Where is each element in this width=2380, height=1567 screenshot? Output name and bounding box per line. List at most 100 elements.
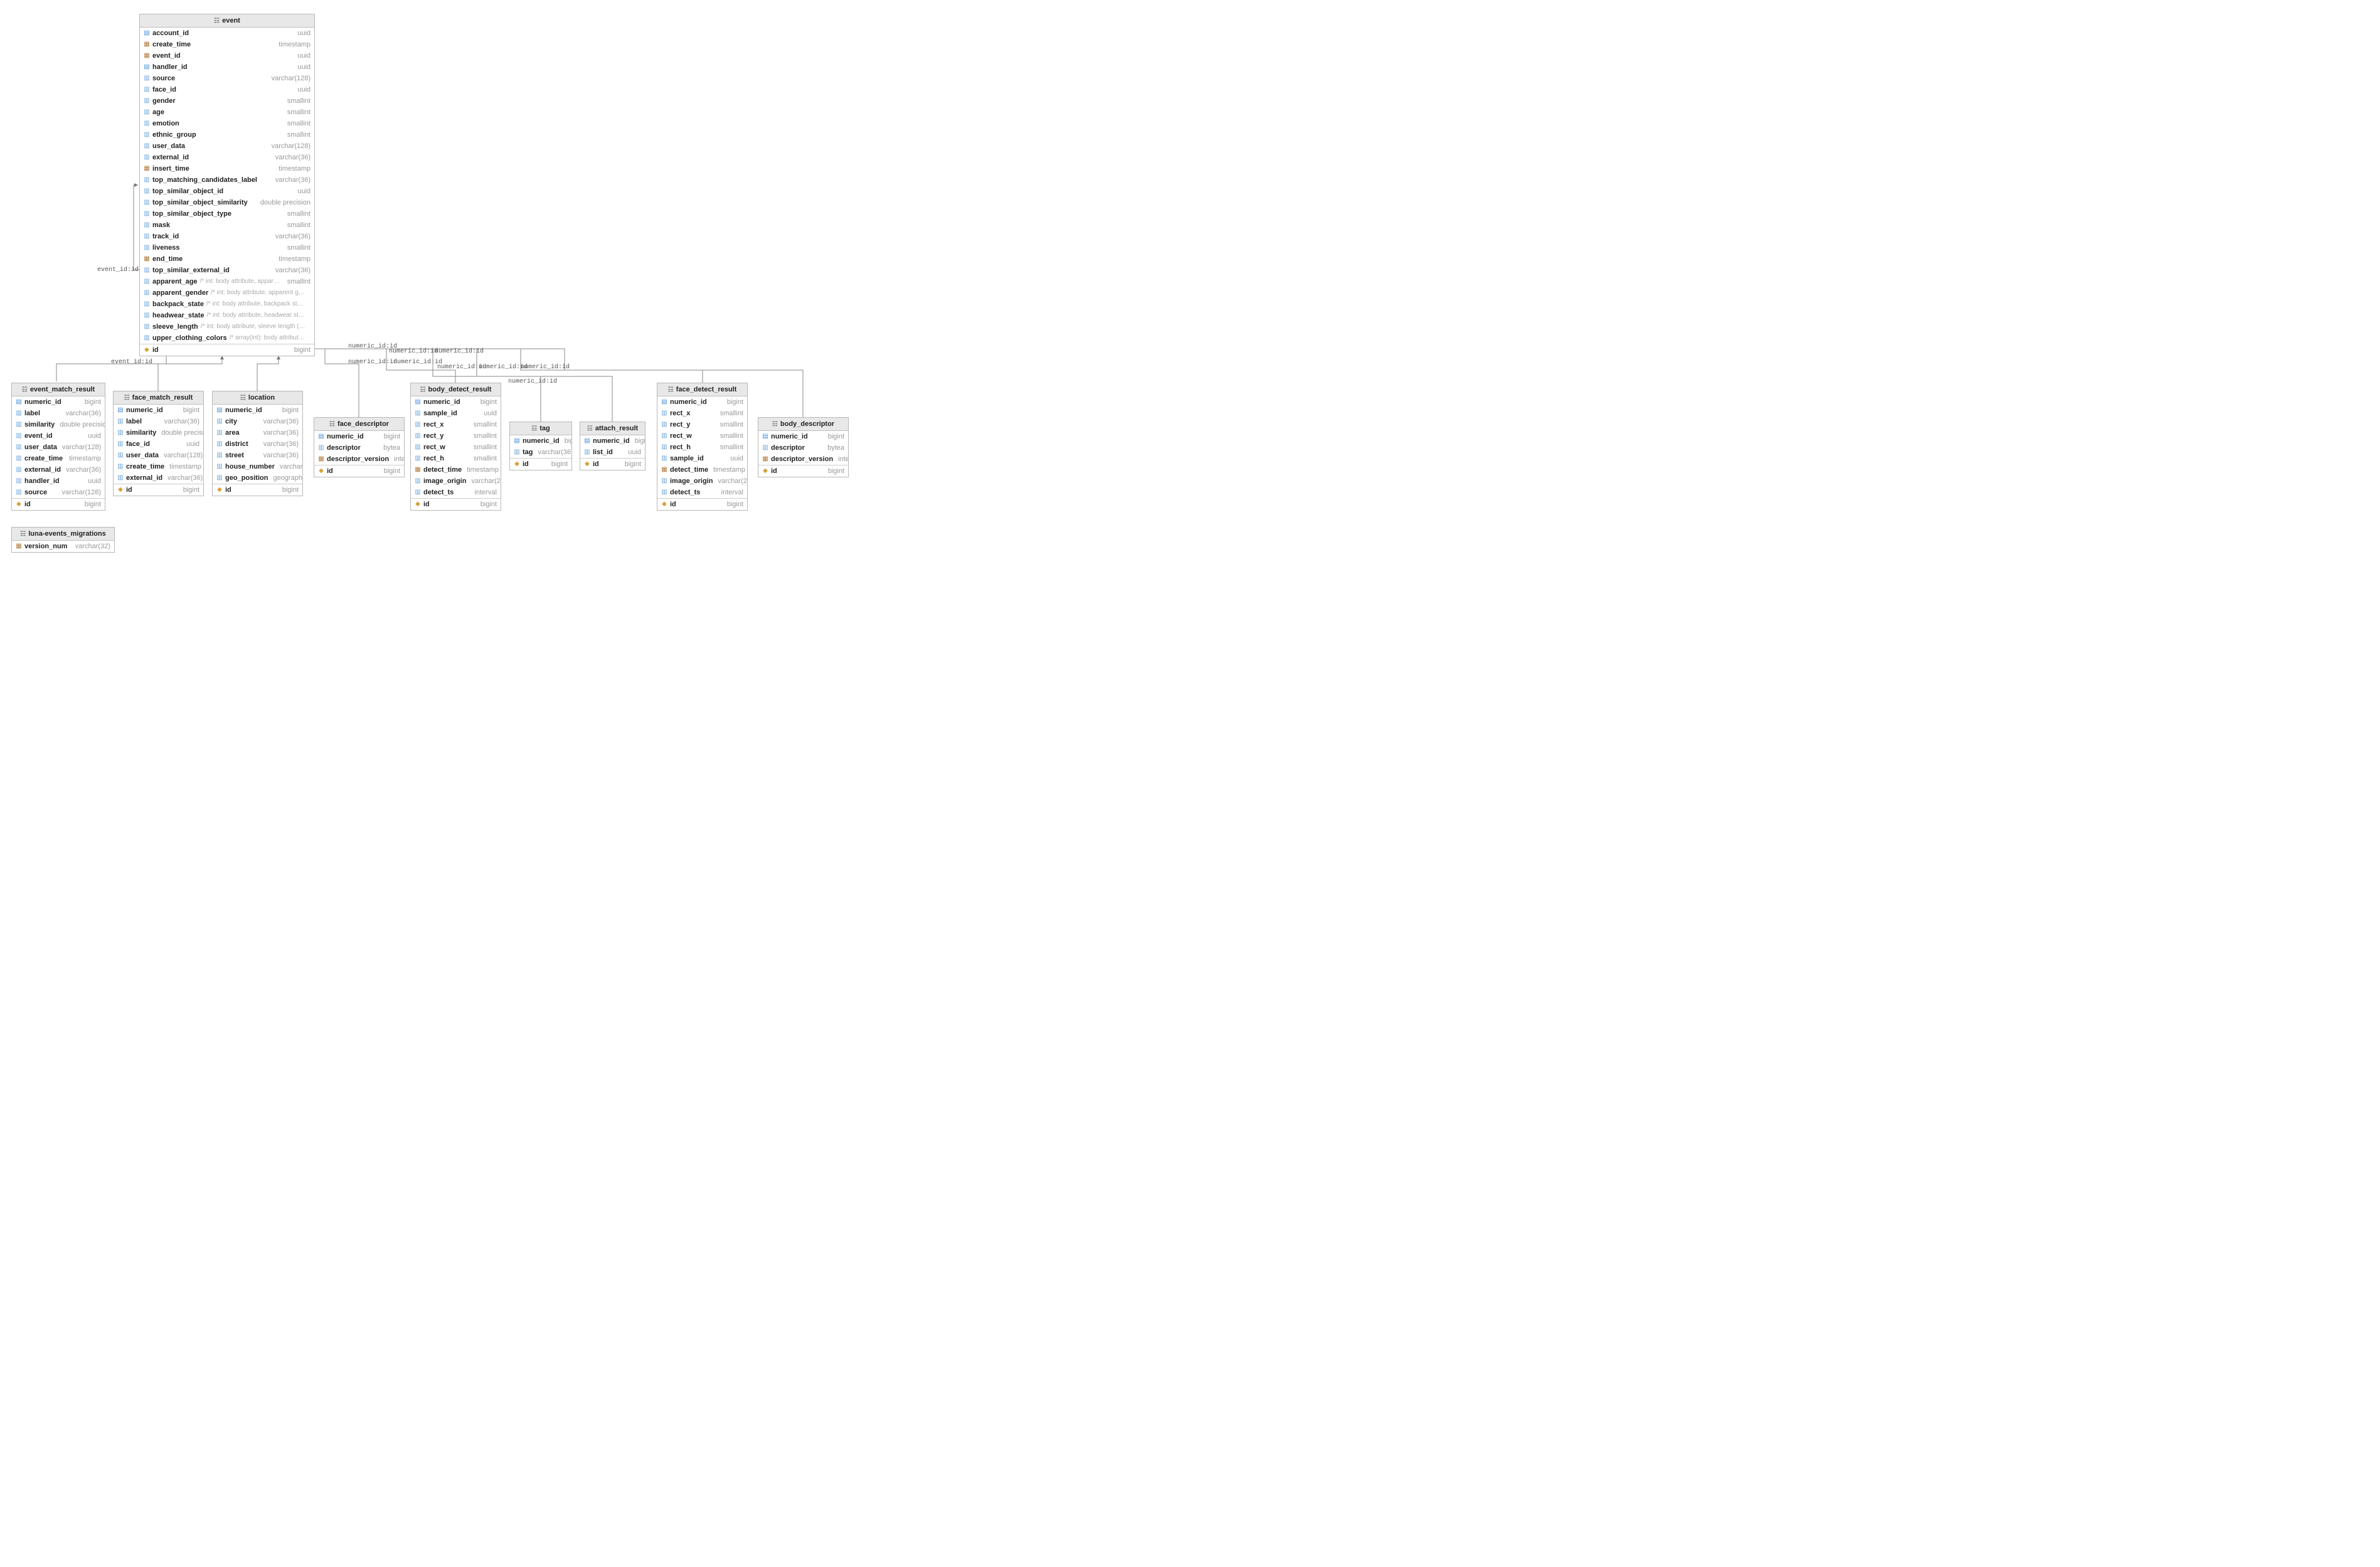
column-row[interactable]: ▤handler_iduuid	[140, 61, 314, 73]
column-row[interactable]: ▥emotionsmallint	[140, 118, 314, 129]
column-row[interactable]: ▥labelvarchar(36)	[114, 416, 203, 427]
table-tag[interactable]: ☷tag▤numeric_idbigint▥tagvarchar(36)◆idb…	[509, 422, 572, 470]
table-header[interactable]: ☷body_descriptor	[758, 418, 848, 431]
column-row[interactable]: ▥agesmallint	[140, 107, 314, 118]
column-row[interactable]: ◆idbigint	[580, 458, 645, 470]
column-row[interactable]: ◆idbigint	[758, 465, 848, 477]
column-row[interactable]: ▥top_similar_external_idvarchar(36)	[140, 265, 314, 276]
column-row[interactable]: ▤numeric_idbigint	[114, 405, 203, 416]
column-row[interactable]: ▥sourcevarchar(128)	[140, 73, 314, 84]
column-row[interactable]: ◆idbigint	[12, 498, 105, 510]
column-row[interactable]: ▥apparent_gender/* int: body attribute, …	[140, 287, 314, 299]
column-row[interactable]: ▥upper_clothing_colors/* array(int): bod…	[140, 332, 314, 344]
column-row[interactable]: ▥gendersmallint	[140, 95, 314, 107]
column-row[interactable]: ▥headwear_state/* int: body attribute, h…	[140, 310, 314, 321]
column-row[interactable]: ▦descriptor_versioninteger	[758, 454, 848, 465]
column-row[interactable]: ▥detect_tsinterval	[657, 487, 747, 498]
column-row[interactable]: ▥face_iduuid	[140, 84, 314, 95]
table-attach_result[interactable]: ☷attach_result▤numeric_idbigint▥list_idu…	[580, 422, 645, 470]
column-row[interactable]: ▥backpack_state/* int: body attribute, b…	[140, 299, 314, 310]
column-row[interactable]: ▥image_originvarchar(256)	[411, 475, 501, 487]
table-header[interactable]: ☷body_detect_result	[411, 383, 501, 396]
table-body_detect_result[interactable]: ☷body_detect_result▤numeric_idbigint▥sam…	[410, 383, 501, 511]
table-header[interactable]: ☷tag	[510, 422, 571, 435]
column-row[interactable]: ◆idbigint	[657, 498, 747, 510]
table-header[interactable]: ☷location	[213, 391, 302, 405]
table-header[interactable]: ☷event	[140, 14, 314, 28]
table-face_match_result[interactable]: ☷face_match_result▤numeric_idbigint▥labe…	[113, 391, 204, 496]
column-row[interactable]: ▥ethnic_groupsmallint	[140, 129, 314, 141]
column-row[interactable]: ▤numeric_idbigint	[510, 435, 571, 447]
column-row[interactable]: ▥rect_xsmallint	[411, 419, 501, 430]
column-row[interactable]: ▥rect_xsmallint	[657, 408, 747, 419]
column-row[interactable]: ◆idbigint	[510, 458, 571, 470]
table-event_match_result[interactable]: ☷event_match_result▤numeric_idbigint▥lab…	[11, 383, 105, 511]
column-row[interactable]: ▦detect_timetimestamp	[657, 464, 747, 475]
column-row[interactable]: ▥rect_ysmallint	[411, 430, 501, 442]
column-row[interactable]: ▤account_iduuid	[140, 28, 314, 39]
column-row[interactable]: ▤numeric_idbigint	[213, 405, 302, 416]
column-row[interactable]: ▦event_iduuid	[140, 50, 314, 61]
column-row[interactable]: ▦end_timetimestamp	[140, 253, 314, 265]
column-row[interactable]: ▥external_idvarchar(36)	[114, 472, 203, 484]
column-row[interactable]: ▥rect_wsmallint	[411, 442, 501, 453]
column-row[interactable]: ▦descriptor_versioninteger	[314, 454, 404, 465]
column-row[interactable]: ▥create_timetimestamp	[12, 453, 105, 464]
table-header[interactable]: ☷face_detect_result	[657, 383, 747, 396]
column-row[interactable]: ▥cityvarchar(36)	[213, 416, 302, 427]
column-row[interactable]: ▤numeric_idbigint	[12, 396, 105, 408]
column-row[interactable]: ◆idbigint	[140, 344, 314, 356]
column-row[interactable]: ▥livenesssmallint	[140, 242, 314, 253]
column-row[interactable]: ▥image_originvarchar(256)	[657, 475, 747, 487]
table-body_descriptor[interactable]: ☷body_descriptor▤numeric_idbigint▥descri…	[758, 417, 849, 477]
column-row[interactable]: ▥similaritydouble precision	[114, 427, 203, 438]
column-row[interactable]: ▥descriptorbytea	[758, 442, 848, 454]
column-row[interactable]: ▥labelvarchar(36)	[12, 408, 105, 419]
column-row[interactable]: ▥sample_iduuid	[657, 453, 747, 464]
column-row[interactable]: ▥house_numbervarchar(36)	[213, 461, 302, 472]
column-row[interactable]: ▥rect_hsmallint	[411, 453, 501, 464]
column-row[interactable]: ▥sample_iduuid	[411, 408, 501, 419]
column-row[interactable]: ▥event_iduuid	[12, 430, 105, 442]
column-row[interactable]: ◆idbigint	[114, 484, 203, 496]
column-row[interactable]: ▥top_matching_candidates_labelvarchar(36…	[140, 174, 314, 186]
column-row[interactable]: ▥masksmallint	[140, 220, 314, 231]
table-luna_events_migrations[interactable]: ☷luna-events_migrations▦version_numvarch…	[11, 527, 115, 553]
column-row[interactable]: ▦detect_timetimestamp	[411, 464, 501, 475]
column-row[interactable]: ▥user_datavarchar(128)	[114, 450, 203, 461]
column-row[interactable]: ▥external_idvarchar(36)	[12, 464, 105, 475]
column-row[interactable]: ▥streetvarchar(36)	[213, 450, 302, 461]
column-row[interactable]: ▥rect_hsmallint	[657, 442, 747, 453]
column-row[interactable]: ▦create_timetimestamp	[140, 39, 314, 50]
column-row[interactable]: ◆idbigint	[411, 498, 501, 510]
table-header[interactable]: ☷face_match_result	[114, 391, 203, 405]
column-row[interactable]: ▥handler_iduuid	[12, 475, 105, 487]
column-row[interactable]: ▥sleeve_length/* int: body attribute, sl…	[140, 321, 314, 332]
column-row[interactable]: ▤numeric_idbigint	[411, 396, 501, 408]
column-row[interactable]: ▤numeric_idbigint	[314, 431, 404, 442]
column-row[interactable]: ▥track_idvarchar(36)	[140, 231, 314, 242]
column-row[interactable]: ▥tagvarchar(36)	[510, 447, 571, 458]
table-header[interactable]: ☷face_descriptor	[314, 418, 404, 431]
column-row[interactable]: ▥top_similar_object_similaritydouble pre…	[140, 197, 314, 208]
column-row[interactable]: ▥rect_wsmallint	[657, 430, 747, 442]
table-header[interactable]: ☷luna-events_migrations	[12, 528, 114, 541]
column-row[interactable]: ▥sourcevarchar(128)	[12, 487, 105, 498]
column-row[interactable]: ▦insert_timetimestamp	[140, 163, 314, 174]
column-row[interactable]: ▥list_iduuid	[580, 447, 645, 458]
column-row[interactable]: ▥user_datavarchar(128)	[12, 442, 105, 453]
column-row[interactable]: ▥create_timetimestamp	[114, 461, 203, 472]
column-row[interactable]: ▥rect_ysmallint	[657, 419, 747, 430]
column-row[interactable]: ▤numeric_idbigint	[758, 431, 848, 442]
column-row[interactable]: ▥detect_tsinterval	[411, 487, 501, 498]
column-row[interactable]: ▥top_similar_object_typesmallint	[140, 208, 314, 220]
column-row[interactable]: ▥user_datavarchar(128)	[140, 141, 314, 152]
table-face_descriptor[interactable]: ☷face_descriptor▤numeric_idbigint▥descri…	[314, 417, 405, 477]
column-row[interactable]: ▥face_iduuid	[114, 438, 203, 450]
column-row[interactable]: ▥top_similar_object_iduuid	[140, 186, 314, 197]
table-header[interactable]: ☷attach_result	[580, 422, 645, 435]
column-row[interactable]: ▤numeric_idbigint	[657, 396, 747, 408]
table-event[interactable]: ☷event▤account_iduuid▦create_timetimesta…	[139, 14, 315, 356]
table-location[interactable]: ☷location▤numeric_idbigint▥cityvarchar(3…	[212, 391, 303, 496]
table-face_detect_result[interactable]: ☷face_detect_result▤numeric_idbigint▥rec…	[657, 383, 748, 511]
